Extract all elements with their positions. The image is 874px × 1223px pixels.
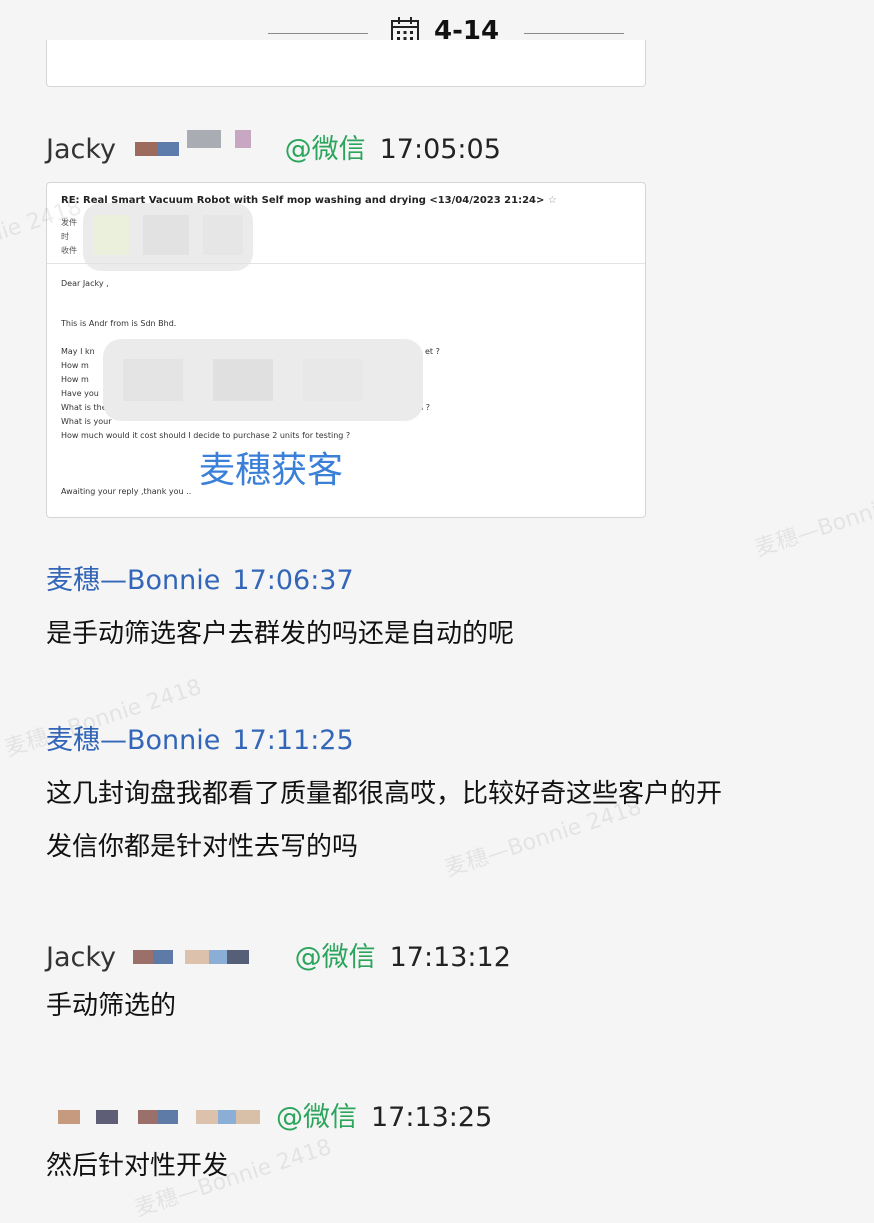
previous-email-card[interactable] <box>46 40 646 87</box>
redaction-blur <box>83 203 253 271</box>
message-text-line1: 这几封询盘我都看了质量都很高哎，比较好奇这些客户的开 <box>46 779 723 809</box>
message-header: Jacky @微信 17:05:05 <box>46 129 501 167</box>
email-q5: What is the <box>61 403 107 412</box>
divider-right <box>524 33 624 34</box>
message-time: 17:13:25 <box>371 1102 493 1133</box>
message-time: 17:11:25 <box>232 725 354 756</box>
message-time: 17:05:05 <box>379 134 501 165</box>
message-header: @微信 17:13:25 <box>46 1101 492 1135</box>
message-header: Jacky @微信 17:13:12 <box>46 941 511 975</box>
message-time: 17:13:12 <box>389 942 511 973</box>
message-text: 是手动筛选客户去群发的吗还是自动的呢 <box>46 619 515 649</box>
message-header: 麦穗—Bonnie 17:06:37 <box>46 564 354 598</box>
watermark: 麦穗—Bonnie 2418 <box>751 475 874 562</box>
email-q4: Have you <box>61 389 99 398</box>
email-intro: This is Andr from is Sdn Bhd. <box>61 319 177 328</box>
sender-name: Jacky <box>46 942 117 973</box>
message-time: 17:06:37 <box>232 565 354 596</box>
email-screenshot[interactable]: RE: Real Smart Vacuum Robot with Self mo… <box>46 182 646 518</box>
message-text: 手动筛选的 <box>46 991 177 1021</box>
email-q3: How m <box>61 375 89 384</box>
redacted-name <box>46 1104 276 1134</box>
wechat-source: @微信 <box>276 1102 357 1133</box>
email-greeting: Dear Jacky , <box>61 279 109 288</box>
email-q6: What is your <box>61 417 112 426</box>
email-q1: May I kn <box>61 347 95 356</box>
wechat-source: @微信 <box>284 134 366 165</box>
email-watermark: 麦穗获客 <box>199 450 344 491</box>
email-q7: How much would it cost should I decide t… <box>61 431 351 440</box>
email-q1-end: et ? <box>425 347 440 356</box>
email-closing: Awaiting your reply ,thank you .. <box>61 487 192 496</box>
redaction-blur <box>103 339 423 421</box>
email-divider <box>47 263 645 264</box>
wechat-source: @微信 <box>294 942 376 973</box>
divider-left <box>268 33 368 34</box>
redacted-name <box>125 129 285 166</box>
redacted-name <box>125 944 295 974</box>
email-meta-to: 收件 <box>61 246 77 255</box>
email-q2: How m <box>61 361 89 370</box>
email-meta-time: 时 <box>61 232 69 241</box>
sender-name: Jacky <box>46 134 117 165</box>
sender-name: 麦穗—Bonnie <box>46 565 221 596</box>
